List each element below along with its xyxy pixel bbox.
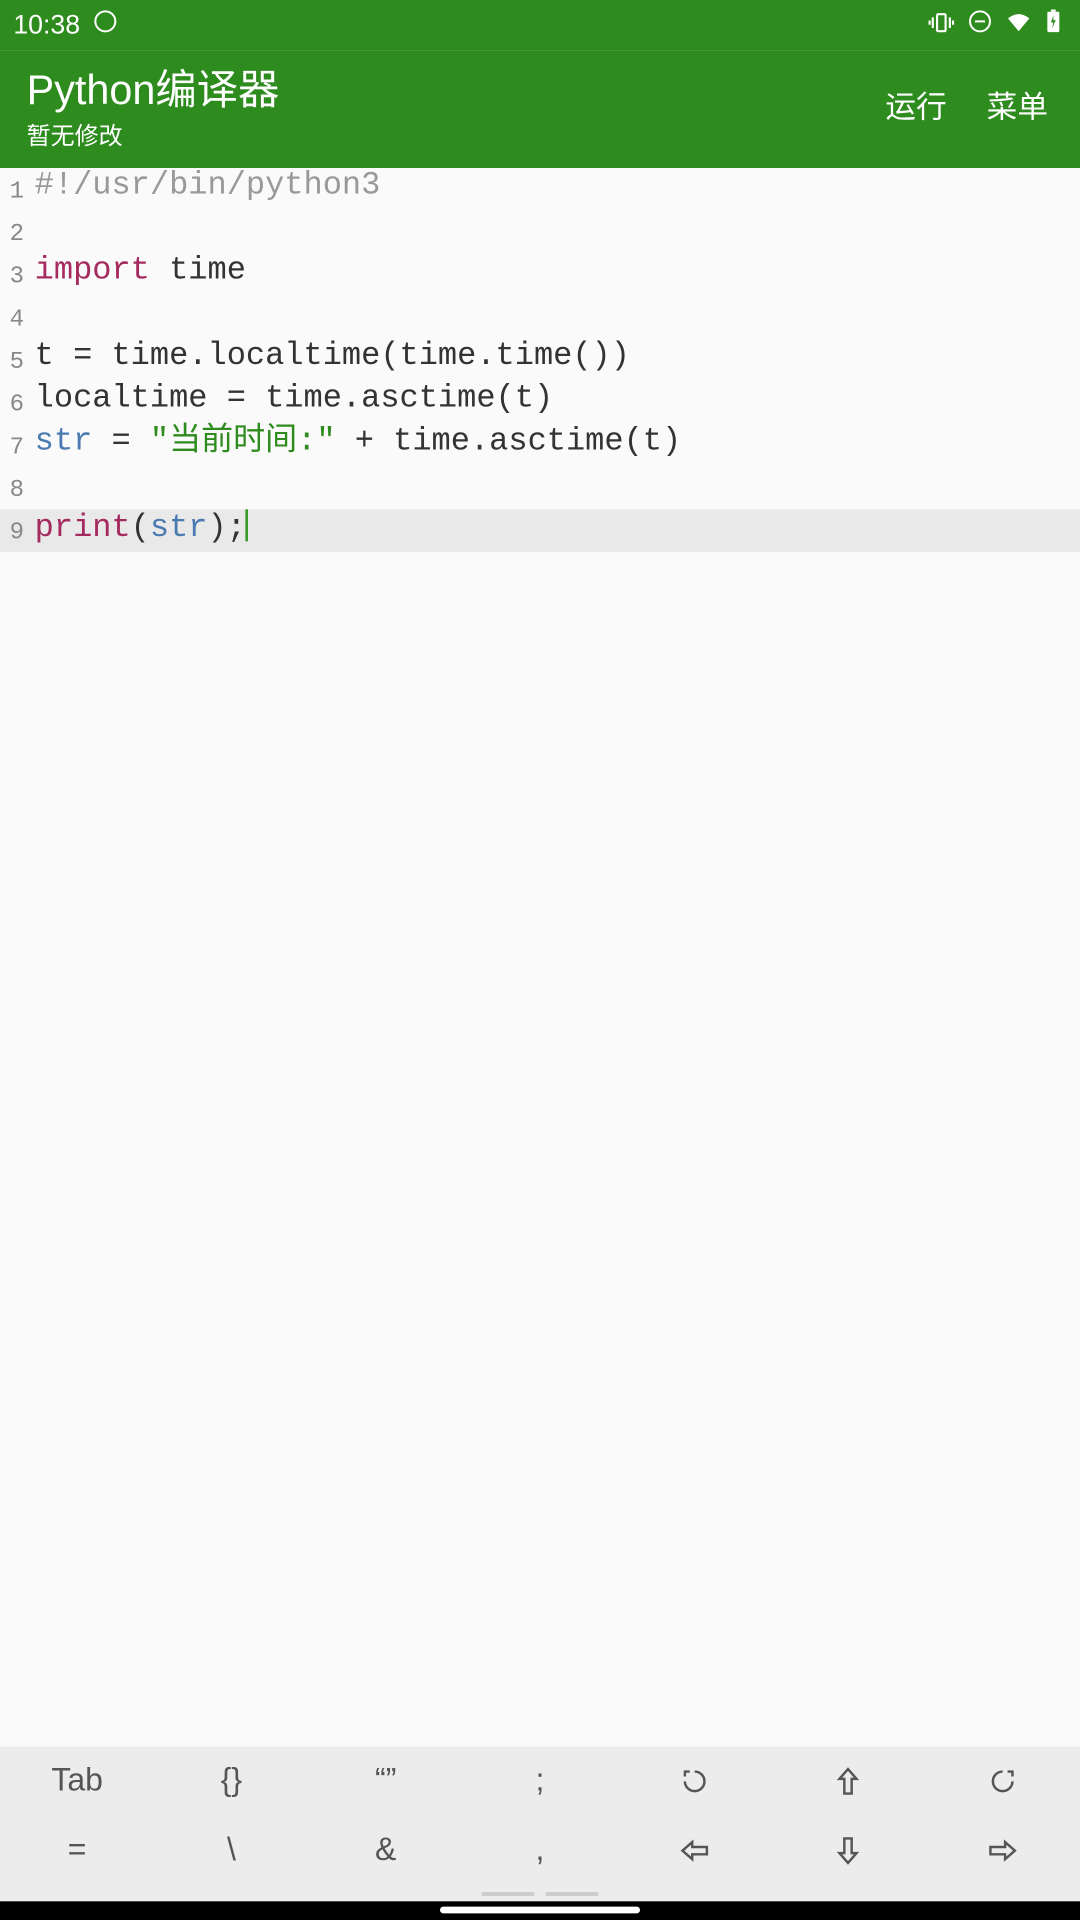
menu-button[interactable]: 菜单 (987, 81, 1048, 126)
dnd-icon (968, 9, 992, 41)
undo-icon[interactable] (617, 1747, 771, 1816)
line-number: 3 (0, 253, 29, 296)
code-content[interactable] (29, 296, 34, 339)
code-line[interactable]: 5t = time.localtime(time.time()) (0, 339, 1080, 382)
status-bar: 10:38 (0, 0, 1080, 51)
key-[interactable]: ; (463, 1747, 617, 1816)
code-content[interactable] (29, 211, 34, 254)
app-title: Python编译器 (27, 56, 280, 116)
status-time: 10:38 (13, 10, 80, 41)
wifi-icon (1005, 10, 1032, 41)
code-content[interactable]: print(str); (29, 509, 248, 552)
code-line[interactable]: 6localtime = time.asctime(t) (0, 381, 1080, 424)
app-header: Python编译器 暂无修改 运行 菜单 (0, 51, 1080, 168)
code-editor[interactable]: 1#!/usr/bin/python323import time45t = ti… (0, 168, 1080, 1747)
app-subtitle: 暂无修改 (27, 117, 280, 152)
line-number: 4 (0, 296, 29, 339)
line-number: 6 (0, 381, 29, 424)
code-content[interactable]: #!/usr/bin/python3 (29, 168, 380, 211)
code-content[interactable]: t = time.localtime(time.time()) (29, 339, 630, 382)
line-number: 7 (0, 424, 29, 467)
key-[interactable]: “” (309, 1747, 463, 1816)
line-number: 5 (0, 339, 29, 382)
code-line[interactable]: 8 (0, 467, 1080, 510)
code-line[interactable]: 9print(str); (0, 509, 1080, 552)
code-line[interactable]: 3import time (0, 253, 1080, 296)
moon-icon (93, 9, 117, 41)
key-[interactable]: , (463, 1816, 617, 1885)
key-[interactable]: {} (154, 1747, 308, 1816)
key-Tab[interactable]: Tab (0, 1747, 154, 1816)
code-content[interactable]: import time (29, 253, 246, 296)
line-number: 1 (0, 168, 29, 211)
arrow-right-icon[interactable] (926, 1816, 1080, 1885)
code-line[interactable]: 7str = "当前时间:" + time.asctime(t) (0, 424, 1080, 467)
key-[interactable]: \ (154, 1816, 308, 1885)
code-line[interactable]: 2 (0, 211, 1080, 254)
line-number: 2 (0, 211, 29, 254)
line-number: 9 (0, 509, 29, 552)
line-number: 8 (0, 467, 29, 510)
code-content[interactable]: localtime = time.asctime(t) (29, 381, 553, 424)
keyboard-handle[interactable] (0, 1885, 1080, 1901)
key-[interactable]: = (0, 1816, 154, 1885)
arrow-left-icon[interactable] (617, 1816, 771, 1885)
code-line[interactable]: 4 (0, 296, 1080, 339)
redo-icon[interactable] (926, 1747, 1080, 1816)
text-cursor (246, 509, 249, 541)
gesture-bar (0, 1901, 1080, 1920)
arrow-down-icon[interactable] (771, 1816, 925, 1885)
code-content[interactable] (29, 467, 34, 510)
battery-icon (1045, 9, 1061, 41)
vibrate-icon (928, 10, 955, 41)
key-[interactable]: & (309, 1816, 463, 1885)
arrow-up-icon[interactable] (771, 1747, 925, 1816)
code-line[interactable]: 1#!/usr/bin/python3 (0, 168, 1080, 211)
extra-keyboard: Tab{}“”; =\&, (0, 1747, 1080, 1902)
run-button[interactable]: 运行 (885, 81, 946, 126)
code-content[interactable]: str = "当前时间:" + time.asctime(t) (29, 424, 681, 467)
